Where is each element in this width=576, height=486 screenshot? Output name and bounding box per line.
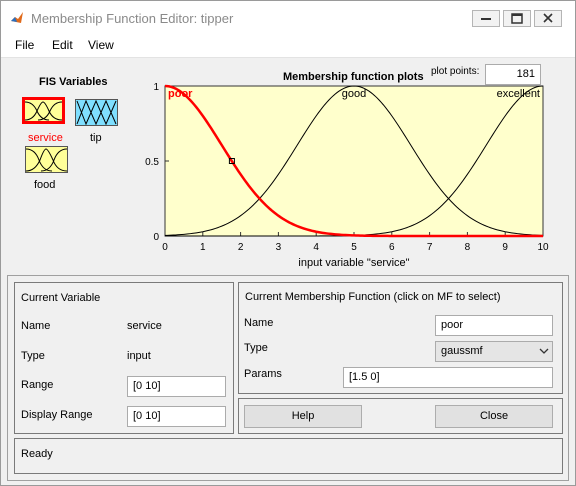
matlab-icon bbox=[11, 12, 23, 23]
mf-label-excellent: excellent bbox=[497, 88, 540, 100]
range-input[interactable]: [0 10] bbox=[127, 376, 226, 397]
fis-variables-heading: FIS Variables bbox=[39, 76, 108, 88]
buttons-panel: Help Close bbox=[238, 398, 563, 434]
chevron-down-icon bbox=[539, 348, 549, 354]
lower-pane: Current Variable Name service Type input… bbox=[7, 275, 569, 481]
close-button[interactable]: Close bbox=[435, 405, 553, 428]
x-tick-label: 5 bbox=[351, 242, 357, 253]
display-range-label: Display Range bbox=[21, 409, 93, 421]
status-panel: Ready bbox=[14, 438, 563, 474]
mf-label-good: good bbox=[342, 88, 366, 100]
mf-params-label: Params bbox=[244, 368, 282, 380]
minimize-icon bbox=[481, 18, 491, 20]
x-tick-label: 8 bbox=[465, 242, 471, 253]
upper-pane: FIS Variables service tip food Membershi… bbox=[3, 59, 573, 273]
variable-name-label: Name bbox=[21, 320, 51, 332]
mf-type-label: Type bbox=[244, 342, 268, 354]
variable-tip-icon[interactable] bbox=[75, 99, 118, 126]
x-tick-label: 6 bbox=[389, 242, 395, 253]
x-tick-label: 10 bbox=[537, 242, 549, 253]
help-button[interactable]: Help bbox=[244, 405, 362, 428]
y-tick-label: 1 bbox=[153, 82, 159, 93]
triangle-mf-icon bbox=[76, 99, 117, 126]
minimize-button[interactable] bbox=[472, 10, 500, 27]
y-tick-label: 0 bbox=[153, 232, 159, 243]
variable-type-value: input bbox=[127, 350, 151, 362]
title-bar: Membership Function Editor: tipper bbox=[1, 1, 575, 33]
variable-food-icon[interactable] bbox=[25, 146, 68, 173]
close-window-button[interactable] bbox=[534, 10, 562, 27]
x-tick-label: 9 bbox=[502, 242, 508, 253]
gaussian-mf-icon bbox=[24, 101, 63, 121]
mf-type-dropdown[interactable]: gaussmf bbox=[435, 341, 553, 362]
y-tick-label: 0.5 bbox=[145, 157, 159, 168]
x-tick-label: 4 bbox=[313, 242, 319, 253]
x-tick-label: 2 bbox=[238, 242, 244, 253]
current-variable-panel: Current Variable Name service Type input… bbox=[14, 282, 234, 434]
display-range-input[interactable]: [0 10] bbox=[127, 406, 226, 427]
variable-service-label[interactable]: service bbox=[28, 132, 63, 144]
maximize-icon bbox=[511, 13, 523, 24]
mf-name-input[interactable]: poor bbox=[435, 315, 553, 336]
x-tick-label: 3 bbox=[276, 242, 282, 253]
x-tick-label: 1 bbox=[200, 242, 206, 253]
mf-name-label: Name bbox=[244, 317, 274, 329]
variable-tip-label[interactable]: tip bbox=[90, 132, 102, 144]
status-text: Ready bbox=[21, 448, 53, 460]
mf-params-input[interactable]: [1.5 0] bbox=[343, 367, 553, 388]
current-mf-panel: Current Membership Function (click on MF… bbox=[238, 282, 563, 394]
menu-view[interactable]: View bbox=[88, 38, 114, 52]
window-title: Membership Function Editor: tipper bbox=[31, 11, 234, 26]
mf-type-value: gaussmf bbox=[441, 345, 483, 357]
variable-name-value: service bbox=[127, 320, 162, 332]
maximize-button[interactable] bbox=[503, 10, 531, 27]
gaussian-mf-icon bbox=[25, 148, 68, 172]
app-window: Membership Function Editor: tipper File … bbox=[0, 0, 576, 486]
menu-file[interactable]: File bbox=[15, 38, 34, 52]
mf-label-poor: poor bbox=[168, 88, 193, 100]
range-label: Range bbox=[21, 379, 54, 391]
menu-bar: File Edit View bbox=[1, 33, 575, 58]
close-icon bbox=[543, 13, 553, 23]
variable-service-icon[interactable] bbox=[22, 97, 65, 124]
menu-edit[interactable]: Edit bbox=[52, 38, 73, 52]
plot-points-label: plot points: bbox=[431, 66, 480, 77]
membership-function-plot[interactable]: 0 1 2 3 4 5 6 7 8 9 10 0 0.5 1 poor good excellent input … bbox=[143, 79, 558, 277]
plot-area bbox=[164, 85, 544, 237]
current-mf-heading: Current Membership Function (click on MF… bbox=[245, 291, 501, 303]
x-tick-label: 0 bbox=[162, 242, 168, 253]
x-tick-label: 7 bbox=[427, 242, 433, 253]
current-variable-heading: Current Variable bbox=[21, 292, 101, 304]
x-axis-label: input variable "service" bbox=[298, 257, 409, 269]
variable-type-label: Type bbox=[21, 350, 45, 362]
variable-food-label[interactable]: food bbox=[34, 179, 55, 191]
